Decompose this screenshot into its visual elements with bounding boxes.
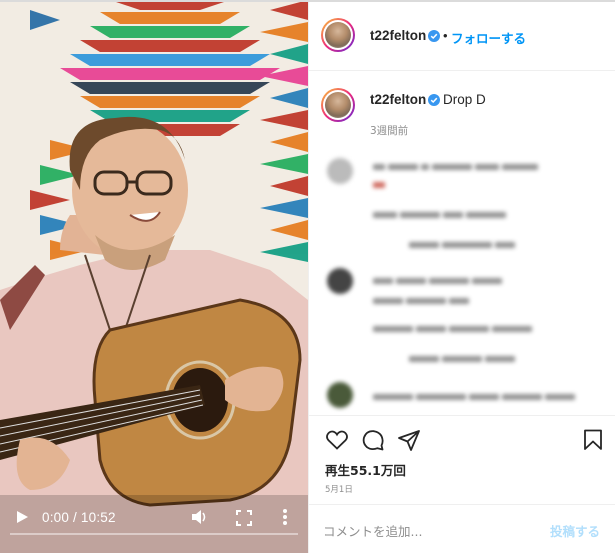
- video-controls: 0:00 / 10:52: [0, 495, 308, 553]
- comment-avatar: [327, 158, 353, 184]
- post-actions: 再生55.1万回 5月1日: [309, 415, 615, 506]
- caption-text: Drop D: [443, 92, 486, 107]
- more-vertical-icon[interactable]: [282, 508, 288, 526]
- comment-avatar: [327, 382, 353, 408]
- post-header: t22felton • フォローする: [309, 0, 615, 71]
- comment-redacted: [373, 156, 593, 175]
- header-separator: •: [443, 28, 448, 43]
- comment-icon[interactable]: [361, 428, 385, 452]
- caption-time: 3週間前: [370, 125, 409, 137]
- comment-redacted: [373, 174, 388, 193]
- comment-redacted: [409, 348, 518, 367]
- bookmark-icon[interactable]: [581, 428, 605, 452]
- header-username[interactable]: t22felton: [370, 28, 426, 43]
- caption-username[interactable]: t22felton: [370, 92, 426, 107]
- verified-badge-icon: [428, 30, 440, 42]
- video-frame-guitarist: [0, 116, 308, 553]
- share-icon[interactable]: [397, 428, 421, 452]
- heart-icon[interactable]: [325, 428, 349, 452]
- video-time: 0:00 / 10:52: [42, 510, 116, 525]
- video-progress-bar[interactable]: [10, 533, 298, 535]
- instagram-post-view: 0:00 / 10:52 t22felton • フォローする t22felto…: [0, 0, 615, 553]
- fullscreen-icon[interactable]: [236, 510, 252, 526]
- comment-redacted: [373, 290, 472, 309]
- post-date: 5月1日: [325, 485, 353, 495]
- comment-redacted: [409, 234, 518, 253]
- follow-button[interactable]: フォローする: [451, 28, 526, 47]
- comment-input[interactable]: コメントを追加...: [323, 521, 422, 540]
- top-border: [0, 0, 615, 2]
- video-player[interactable]: 0:00 / 10:52: [0, 0, 308, 553]
- volume-icon[interactable]: [190, 508, 208, 526]
- play-icon[interactable]: [14, 509, 30, 525]
- comment-avatar: [327, 268, 353, 294]
- post-side-panel: t22felton • フォローする t22felton Drop D 3週間前: [308, 0, 615, 553]
- view-count[interactable]: 再生55.1万回: [325, 460, 406, 479]
- verified-badge-icon: [428, 94, 440, 106]
- comment-redacted: [373, 270, 505, 289]
- post-comment-button[interactable]: 投稿する: [550, 521, 600, 540]
- comment-form: コメントを追加... 投稿する: [309, 504, 615, 554]
- comment-redacted: [373, 318, 535, 337]
- avatar[interactable]: [321, 18, 355, 52]
- caption-avatar[interactable]: [321, 88, 355, 122]
- comment-redacted: [373, 386, 578, 405]
- comment-redacted: [373, 204, 509, 223]
